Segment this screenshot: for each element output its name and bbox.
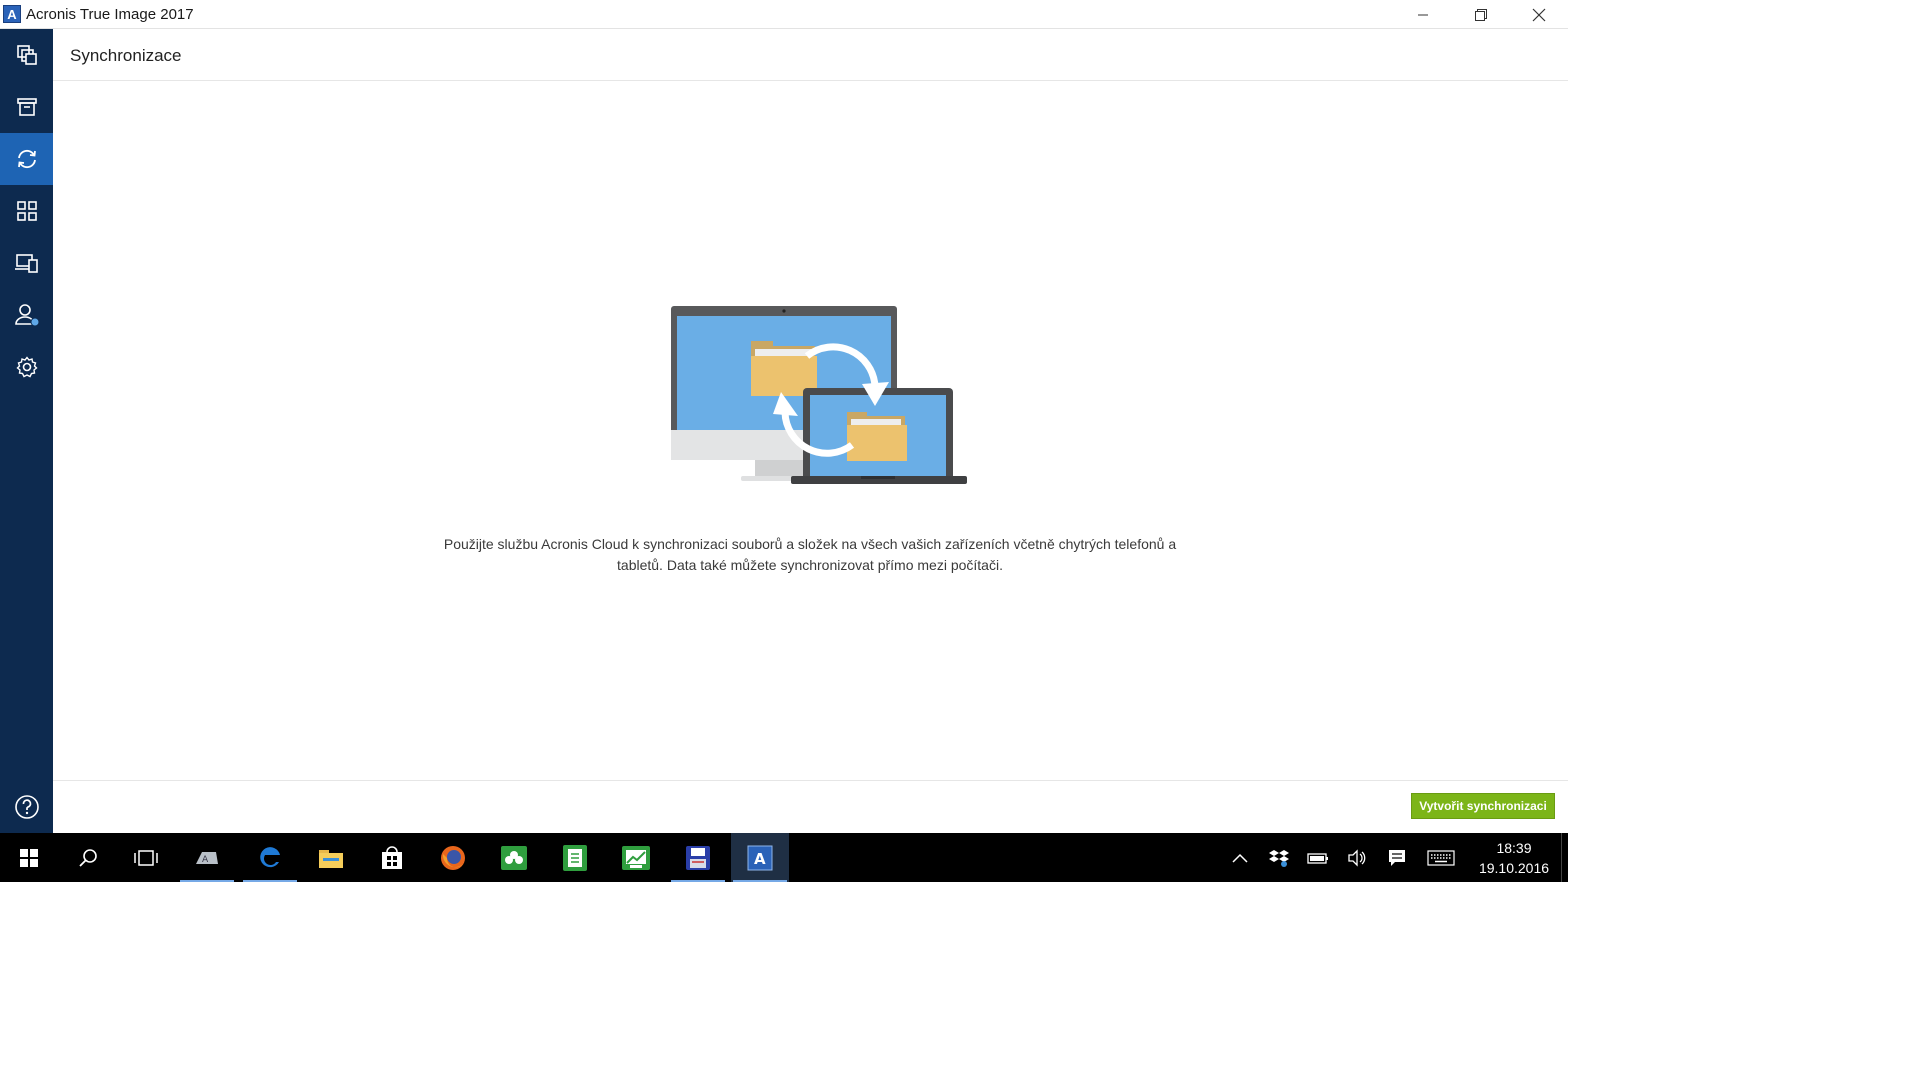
clock-time: 18:39: [1496, 840, 1532, 856]
acronis-logo-icon: A: [3, 5, 21, 23]
taskbar-app-notes[interactable]: [546, 833, 604, 882]
battery-icon: [1307, 852, 1328, 864]
taskbar-app-image[interactable]: [607, 833, 665, 882]
taskbar-app-acronis[interactable]: A: [731, 833, 789, 882]
green-app-icon: [501, 845, 527, 870]
create-sync-button[interactable]: Vytvořit synchronizaci: [1411, 793, 1555, 819]
svg-text:A: A: [202, 855, 209, 865]
clock-date: 19.10.2016: [1478, 860, 1550, 876]
svg-text:A: A: [754, 850, 766, 868]
image-app-icon: [622, 845, 650, 870]
taskbar-search[interactable]: [59, 833, 117, 882]
sync-illustration: [671, 306, 967, 484]
settings-icon: [15, 356, 38, 378]
backup-icon: [16, 45, 37, 65]
sidebar: [0, 29, 53, 833]
minimize-icon: [1418, 14, 1428, 15]
tray-overflow-button[interactable]: [1221, 833, 1259, 882]
header-divider: [53, 80, 1568, 81]
sidebar-item-backup[interactable]: [0, 29, 53, 81]
notification-icon: [1389, 849, 1405, 866]
restore-icon: [1475, 8, 1487, 21]
tray-action-center[interactable]: [1378, 833, 1416, 882]
tray-volume[interactable]: [1338, 833, 1376, 882]
sidebar-item-settings[interactable]: [0, 341, 53, 393]
taskbar-app-firefox[interactable]: [424, 833, 482, 882]
sidebar-item-sync[interactable]: [0, 133, 53, 185]
chevron-up-icon: [1232, 853, 1248, 863]
save-app-icon: [686, 845, 710, 870]
sync-icon: [17, 149, 36, 169]
footer-divider: [53, 780, 1568, 781]
taskbar: A A 18:39 19.10.2016: [0, 833, 1568, 882]
sync-description: Použijte službu Acronis Cloud k synchron…: [443, 536, 1177, 573]
firefox-icon: [441, 845, 465, 870]
edge-icon: [260, 846, 280, 867]
minimize-button[interactable]: [1394, 0, 1452, 29]
window-title: Acronis True Image 2017: [26, 6, 194, 23]
sidebar-item-help[interactable]: [0, 781, 53, 833]
notes-app-icon: [563, 844, 587, 871]
taskbar-app-save[interactable]: [669, 833, 727, 882]
taskbar-app-store[interactable]: [363, 833, 421, 882]
sidebar-item-account[interactable]: [0, 289, 53, 341]
archive-icon: [16, 98, 37, 116]
sidebar-item-tools[interactable]: [0, 185, 53, 237]
sidebar-item-archive[interactable]: [0, 81, 53, 133]
start-icon: [20, 848, 38, 867]
taskbar-clock[interactable]: 18:39 19.10.2016: [1472, 838, 1556, 878]
close-icon: [1532, 8, 1546, 21]
account-icon: [14, 304, 39, 327]
language-app-icon: A: [196, 851, 218, 865]
start-button[interactable]: [0, 833, 58, 882]
main-panel: Synchronizace Použijte službu Acronis Cl…: [53, 29, 1568, 833]
taskbar-app-edge[interactable]: [241, 833, 299, 882]
sidebar-item-devices[interactable]: [0, 237, 53, 289]
file-explorer-icon: [319, 849, 343, 868]
volume-icon: [1348, 848, 1366, 867]
acronis-icon: A: [747, 845, 773, 870]
close-button[interactable]: [1510, 0, 1568, 29]
tray-touch-keyboard[interactable]: [1422, 833, 1460, 882]
title-bar: A Acronis True Image 2017: [0, 0, 1568, 29]
search-icon: [79, 848, 97, 867]
tray-dropbox[interactable]: [1260, 833, 1298, 882]
dropbox-icon: [1269, 849, 1289, 867]
store-icon: [382, 845, 402, 869]
devices-icon: [14, 254, 38, 273]
help-icon: [14, 795, 39, 819]
page-title: Synchronizace: [70, 46, 182, 65]
tray-power[interactable]: [1299, 833, 1337, 882]
task-view-icon: [134, 849, 158, 866]
tools-icon: [16, 201, 37, 221]
show-desktop-button[interactable]: [1561, 833, 1568, 882]
taskbar-app-language[interactable]: A: [178, 833, 236, 882]
taskbar-app-green[interactable]: [485, 833, 543, 882]
keyboard-icon: [1427, 849, 1455, 866]
taskbar-app-explorer[interactable]: [302, 833, 360, 882]
restore-button[interactable]: [1452, 0, 1510, 29]
task-view-button[interactable]: [117, 833, 175, 882]
